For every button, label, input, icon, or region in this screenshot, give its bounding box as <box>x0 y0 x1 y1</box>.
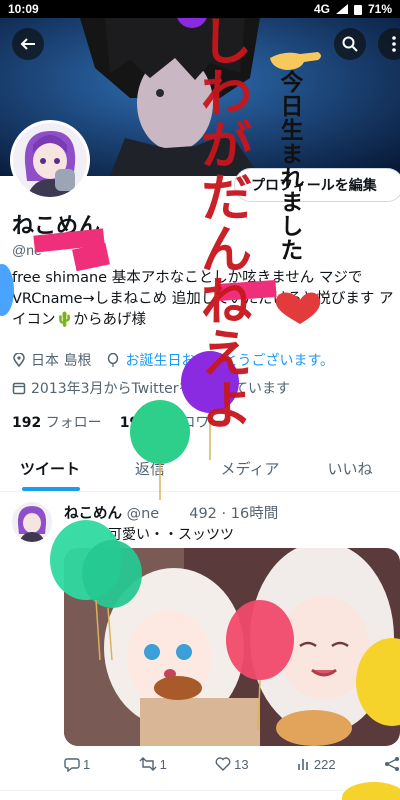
followers-count: 191 <box>119 415 149 431</box>
tab-media[interactable]: メディア <box>200 446 300 491</box>
views-count: 222 <box>313 756 336 772</box>
tweet-handle: @ne <box>126 506 160 522</box>
following-label: フォロー <box>45 415 102 431</box>
profile-tabs: ツイート 返信 メディア いいね <box>0 446 400 492</box>
tweet-time: 16時間 <box>230 506 279 522</box>
avatar-image <box>13 123 87 197</box>
tweet-text: 可愛い・・スッツツ <box>108 527 234 543</box>
tweet-header: ねこめん @ne 492 · 16時間 <box>64 506 279 522</box>
tweet-image[interactable] <box>64 548 400 746</box>
status-time: 10:09 <box>8 2 39 16</box>
tab-replies[interactable]: 返信 <box>100 446 200 491</box>
more-vertical-icon <box>392 36 396 52</box>
signal-icon <box>335 4 348 14</box>
balloon-icon <box>108 353 119 367</box>
search-button[interactable] <box>334 28 366 60</box>
profile-handle: @ne 492 <box>12 242 103 258</box>
following-count: 192 <box>12 415 42 431</box>
retweet-button[interactable]: 1 <box>139 756 167 772</box>
yellow-balloon <box>342 782 400 800</box>
share-button[interactable] <box>384 756 400 772</box>
location-pin-icon <box>13 353 25 367</box>
handwritten-black-text: 今日生まれました <box>276 70 302 262</box>
reply-button[interactable]: 1 <box>64 756 90 772</box>
red-text-lower: えよ <box>191 326 252 430</box>
like-count: 13 <box>234 756 249 772</box>
tweet-actions: 1 1 13 222 <box>64 756 400 772</box>
retweet-count: 1 <box>159 756 167 772</box>
tab-likes[interactable]: いいね <box>300 446 400 491</box>
like-button[interactable]: 13 <box>215 756 249 772</box>
tweet-avatar-image <box>12 502 52 542</box>
network-label: 4G <box>313 2 330 16</box>
handwritten-red-text: しわがだんねえよ <box>176 14 256 430</box>
retweet-icon <box>139 757 157 771</box>
back-button[interactable] <box>12 28 44 60</box>
edit-profile-button[interactable]: プロフィールを編集 <box>234 168 400 202</box>
location-text: 日本 島根 <box>31 353 92 369</box>
tweet-divider <box>0 790 400 791</box>
reply-count: 1 <box>83 756 91 772</box>
status-bar: 10:09 4G 71% <box>0 0 400 18</box>
red-text-main: しわがだんね <box>191 14 252 326</box>
profile-meta-location: 日本 島根 お誕生日おめでとうございます。 <box>12 350 334 370</box>
handle-prefix: @ne <box>12 242 42 258</box>
tab-tweets[interactable]: ツイート <box>0 446 100 491</box>
heart-icon <box>215 757 231 771</box>
share-icon <box>384 757 399 771</box>
arrow-left-icon <box>20 38 35 50</box>
tweet-avatar[interactable] <box>12 502 52 542</box>
views-button[interactable]: 222 <box>297 756 336 772</box>
profile-name: ねこめん <box>12 214 101 239</box>
handle-suffix: 492 <box>79 242 104 258</box>
tweet-author[interactable]: ねこめん <box>64 506 122 522</box>
reply-icon <box>64 758 80 772</box>
calendar-icon <box>12 382 26 395</box>
tweet-photo <box>64 548 400 746</box>
search-icon <box>342 36 358 52</box>
tweet-handle-suffix: 492 <box>189 506 217 522</box>
profile-avatar[interactable] <box>10 120 90 200</box>
battery-icon <box>353 4 362 15</box>
views-chart-icon <box>298 759 308 770</box>
following-link[interactable]: 192 フォロー <box>12 412 102 432</box>
battery-level: 71% <box>367 2 392 16</box>
